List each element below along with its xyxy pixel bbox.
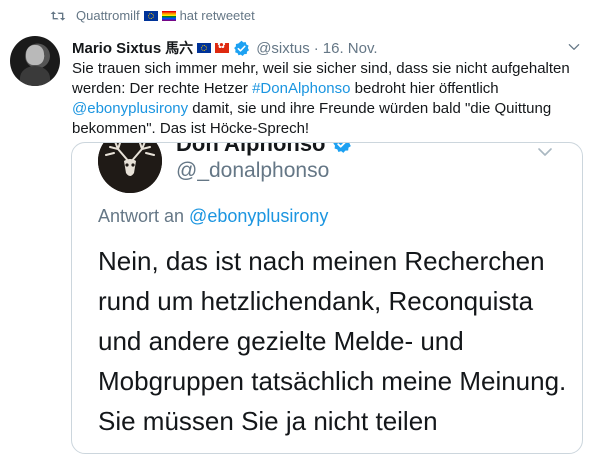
retweeter-name[interactable]: Quattromilf xyxy=(76,8,140,23)
deer-skull-icon xyxy=(98,143,162,193)
hashtag-link[interactable]: #DonAlphonso xyxy=(252,80,350,97)
tweet-date[interactable]: 16. Nov. xyxy=(323,40,378,57)
tweet-text: Sie trauen sich immer mehr, weil sie sic… xyxy=(72,59,584,139)
embedded-author-name: Don Alphonso xyxy=(176,142,356,157)
reply-to-mention: @ebonyplusirony xyxy=(189,206,329,226)
chevron-down-icon[interactable] xyxy=(567,40,581,54)
author-handle[interactable]: @sixtus xyxy=(256,40,310,57)
eu-flag-icon xyxy=(197,43,212,53)
chevron-down-icon xyxy=(538,148,552,156)
retweet-icon xyxy=(50,10,66,21)
author-avatar[interactable] xyxy=(10,36,60,86)
embedded-tweet-text: Nein, das ist nach meinen Recherchen run… xyxy=(98,246,567,436)
author-name-hanzi[interactable]: 馬六 xyxy=(165,38,193,58)
embedded-reply-context: Antwort an @ebonyplusirony xyxy=(98,206,328,227)
tweet-text-part: bedroht hier öffentlich xyxy=(350,80,499,97)
hong-kong-flag-icon xyxy=(215,40,230,53)
author-name[interactable]: Mario Sixtus xyxy=(72,40,161,57)
embedded-author-handle: @_donalphonso xyxy=(176,159,330,182)
tweet-header: Mario Sixtus 馬六 @sixtus · 16. Nov. xyxy=(72,38,581,58)
embedded-author-name-text: Don Alphonso xyxy=(176,142,326,156)
eu-flag-icon xyxy=(143,10,158,21)
rainbow-flag-icon xyxy=(161,10,176,21)
verified-badge-icon xyxy=(234,40,250,56)
embedded-tweet-image[interactable]: Don Alphonso @_donalphonso Antwort an @e… xyxy=(71,142,583,454)
header-separator: · xyxy=(313,39,319,57)
embedded-author-avatar xyxy=(98,143,162,193)
verified-badge-icon xyxy=(332,143,351,153)
retweet-label: hat retweetet xyxy=(179,8,255,23)
mention-link[interactable]: @ebonyplusirony xyxy=(72,100,188,117)
retweet-context: Quattromilf hat retweetet xyxy=(50,8,255,23)
reply-prefix: Antwort an xyxy=(98,206,190,226)
